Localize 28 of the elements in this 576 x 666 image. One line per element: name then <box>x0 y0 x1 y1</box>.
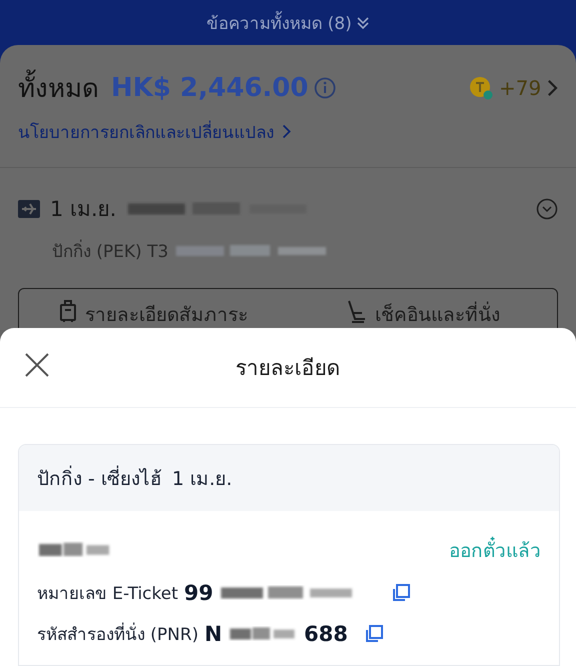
seat-icon <box>345 299 367 323</box>
route-text: ปักกิ่ง - เซี่ยงไฮ้ <box>37 463 162 493</box>
luggage-icon <box>59 299 77 323</box>
expand-icon[interactable] <box>536 198 558 220</box>
total-label: ทั้งหมด <box>18 67 99 108</box>
field-label: หมายเลข E-Ticket <box>37 583 178 606</box>
plane-icon <box>18 200 40 218</box>
total-price: HK$ 2,446.00 <box>111 72 308 102</box>
flight-date: 1 เม.ย. <box>50 196 116 223</box>
field-value: 688 <box>304 622 348 646</box>
baggage-button[interactable]: รายละเอียดสัมภาระ <box>19 299 288 330</box>
route-date: 1 เม.ย. <box>172 467 232 492</box>
field-label: รหัสสำรองที่นั่ง (PNR) <box>37 620 198 647</box>
sheet-title: รายละเอียด <box>236 355 340 382</box>
coin-icon <box>468 76 493 100</box>
chevron-right-icon <box>282 124 291 139</box>
chevron-right-icon <box>547 78 558 96</box>
copy-icon[interactable] <box>364 624 384 644</box>
points-text: +79 <box>498 76 542 100</box>
departure-text: ปักกิ่ง (PEK) T3 <box>52 237 168 264</box>
ticket-status: ออกตั๋วแล้ว <box>449 535 541 565</box>
field-value: N <box>204 622 222 646</box>
double-chevron-icon[interactable] <box>356 14 370 30</box>
copy-icon[interactable] <box>391 582 412 602</box>
policy-link[interactable]: นโยบายการยกเลิกและเปลี่ยนแปลง <box>18 118 274 145</box>
field-value: 99 <box>184 580 214 604</box>
checkin-button[interactable]: เช็คอินและที่นั่ง <box>288 299 557 330</box>
messages-title[interactable]: ข้อความทั้งหมด (8) <box>206 9 352 36</box>
